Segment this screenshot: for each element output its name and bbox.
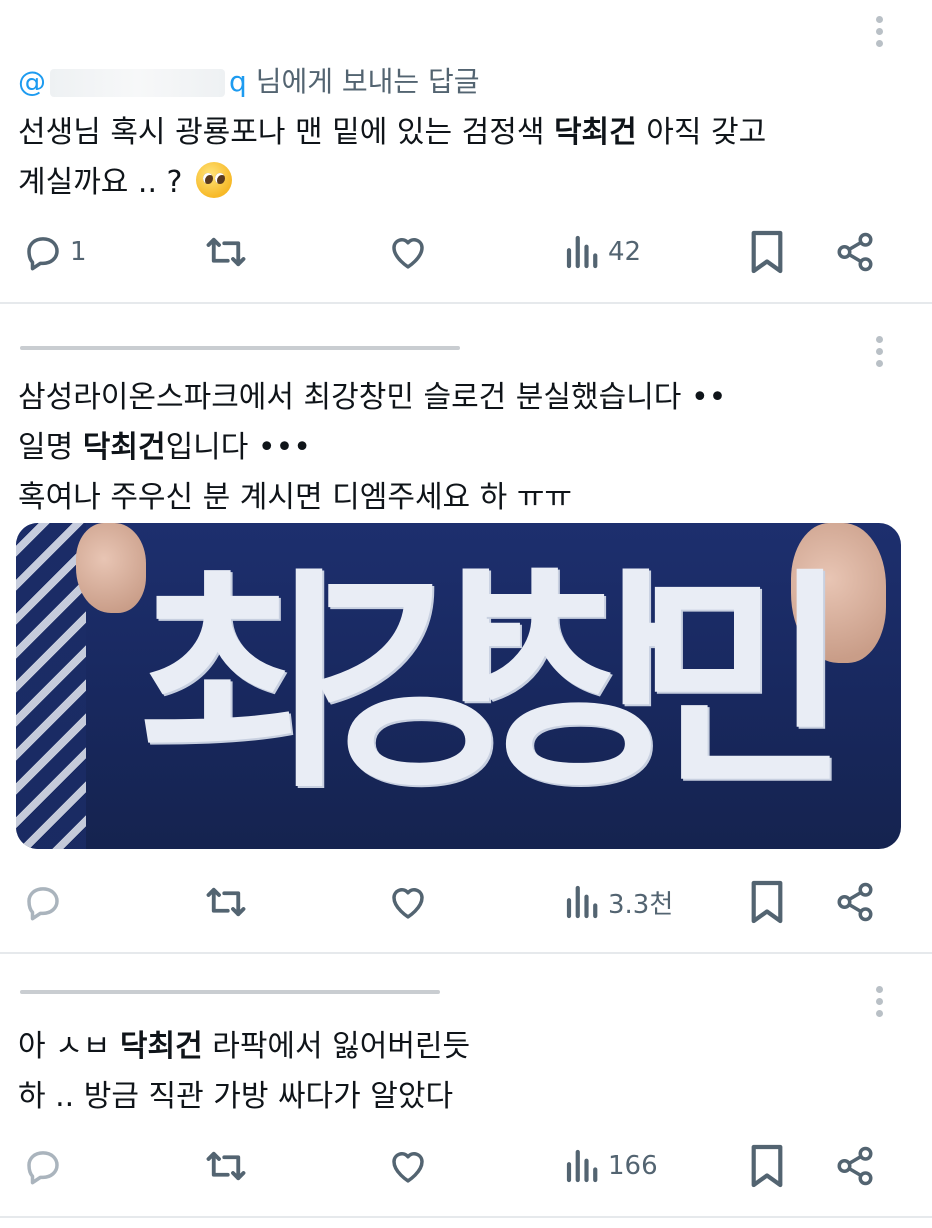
more-icon[interactable]: [874, 336, 884, 372]
tweet-text: 삼성라이온스파크에서 최강창민 슬로건 분실했습니다 •• 일명 닥최건입니다 …: [18, 373, 726, 523]
reply-to-label: 님에게 보내는 답글: [255, 65, 480, 98]
bookmark-icon: [751, 230, 783, 274]
views-icon: [566, 235, 598, 269]
reply-to-line: @ q 님에게 보내는 답글: [18, 60, 480, 100]
like-button[interactable]: [386, 1142, 430, 1190]
text-line: 삼성라이온스파크에서 최강창민 슬로건 분실했습니다 ••: [18, 380, 727, 415]
views-button[interactable]: 3.3천: [564, 878, 673, 926]
redacted-handle: [50, 69, 225, 97]
share-icon: [837, 882, 873, 922]
share-button[interactable]: [834, 878, 876, 926]
action-bar: 1 42: [0, 228, 932, 276]
text-line: 하 .. 방금 직관 가방 싸다가 알았다: [18, 1079, 454, 1114]
tweet-1[interactable]: @ q 님에게 보내는 답글 선생님 혹시 광룡포나 맨 밑에 있는 검정색 닥최…: [0, 0, 932, 302]
tweet-divider: [0, 1216, 932, 1218]
bold-keyword: 닥최건: [119, 1029, 203, 1064]
heart-icon: [392, 238, 424, 269]
view-count: 166: [608, 1151, 658, 1181]
reply-to-handle-suffix[interactable]: q: [229, 65, 247, 98]
more-icon[interactable]: [874, 16, 884, 52]
action-bar: 166: [0, 1142, 932, 1190]
views-button[interactable]: 42: [564, 228, 641, 276]
redacted-header: [20, 990, 440, 994]
like-button[interactable]: [386, 228, 430, 276]
bookmark-icon: [751, 880, 783, 924]
bold-keyword: 닥최건: [82, 430, 166, 465]
text-line: 아 ㅅㅂ 닥최건 라팍에서 잃어버린듯: [18, 1029, 471, 1064]
text-line: 일명 닥최건입니다 •••: [18, 430, 311, 465]
views-icon: [566, 1149, 598, 1183]
retweet-button[interactable]: [203, 228, 249, 276]
more-icon[interactable]: [874, 986, 884, 1022]
retweet-button[interactable]: [203, 878, 249, 926]
pleading-face-emoji: [196, 162, 233, 198]
reply-icon: [27, 1151, 59, 1185]
reply-button[interactable]: [22, 1142, 70, 1190]
text-line: 혹여나 주우신 분 계시면 디엠주세요 하 ㅠㅠ: [18, 480, 573, 515]
view-count: 42: [608, 237, 642, 267]
bookmark-icon: [751, 1144, 783, 1188]
like-button[interactable]: [386, 878, 430, 926]
action-bar: 3.3천: [0, 878, 932, 926]
retweet-button[interactable]: [203, 1142, 249, 1190]
bold-keyword: 닥최건: [553, 115, 637, 150]
share-button[interactable]: [834, 1142, 876, 1190]
reply-icon: [27, 237, 59, 271]
tweet-text: 아 ㅅㅂ 닥최건 라팍에서 잃어버린듯 하 .. 방금 직관 가방 싸다가 알았…: [18, 1022, 470, 1122]
view-count: 3.3천: [608, 889, 674, 920]
bookmark-button[interactable]: [748, 1142, 786, 1190]
reply-button[interactable]: 1: [22, 228, 87, 276]
text-line: 계실까요 .. ?: [18, 158, 766, 208]
bookmark-button[interactable]: [748, 228, 786, 276]
retweet-icon: [206, 237, 246, 267]
redaction-overlay: [10, 0, 470, 40]
retweet-icon: [206, 887, 246, 917]
share-icon: [837, 1146, 873, 1186]
share-icon: [837, 232, 873, 272]
reply-button[interactable]: [22, 878, 70, 926]
bookmark-button[interactable]: [748, 878, 786, 926]
reply-icon: [27, 887, 59, 921]
retweet-icon: [206, 1151, 246, 1181]
redacted-header: [20, 346, 460, 350]
banner-character: 민: [636, 546, 850, 819]
tweet-text: 선생님 혹시 광룡포나 맨 밑에 있는 검정색 닥최건 아직 갖고 계실까요 .…: [18, 108, 766, 208]
text-line: 선생님 혹시 광룡포나 맨 밑에 있는 검정색 닥최건 아직 갖고: [18, 115, 767, 150]
share-button[interactable]: [834, 228, 876, 276]
reply-count: 1: [70, 237, 87, 267]
tweet-image[interactable]: 최 강 창 민: [16, 523, 901, 849]
views-button[interactable]: 166: [564, 1142, 658, 1190]
views-icon: [566, 885, 598, 919]
heart-icon: [392, 888, 424, 919]
heart-icon: [392, 1152, 424, 1183]
reply-to-handle-prefix[interactable]: @: [18, 65, 46, 98]
